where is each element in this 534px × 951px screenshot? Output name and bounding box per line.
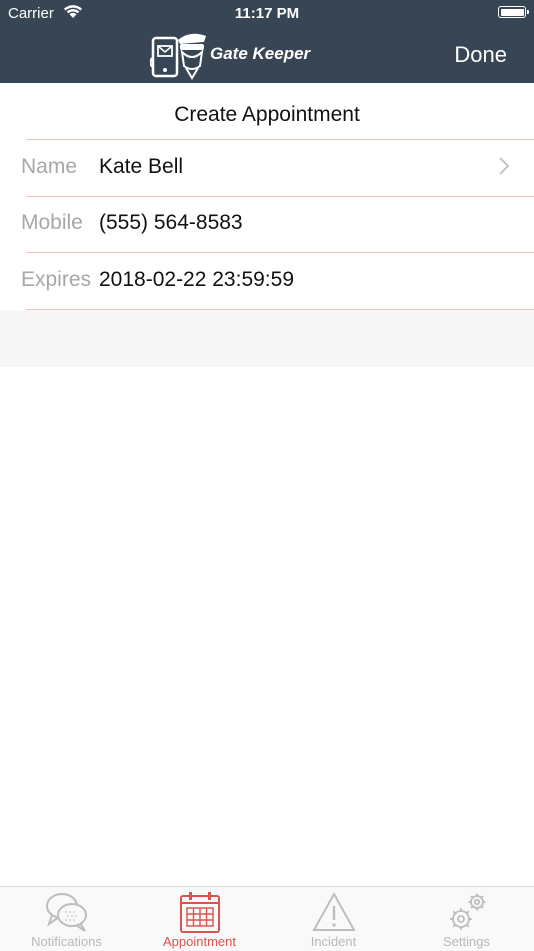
tab-incident[interactable]: Incident (267, 887, 400, 951)
status-time: 11:17 PM (234, 5, 300, 22)
name-label: Name (21, 155, 78, 178)
tab-label: Appointment (163, 934, 236, 949)
page-title: Create Appointment (174, 103, 360, 126)
tab-label: Notifications (31, 934, 102, 949)
done-button[interactable]: Done (454, 42, 507, 68)
tab-label: Incident (310, 934, 357, 949)
tab-bar: Notifications Appointment Incident Setti… (0, 886, 534, 951)
navigation-header: Carrier 11:17 PM Gate Keeper Done (0, 0, 534, 83)
tab-notifications[interactable]: Notifications (0, 887, 133, 951)
form-footer-spacer (0, 310, 534, 367)
name-field-row[interactable]: Name Kate Bell (0, 140, 534, 196)
name-value: Kate Bell (99, 155, 184, 178)
gate-keeper-logo: Gate Keeper (150, 28, 320, 80)
mobile-field-row[interactable]: Mobile (555) 564-8583 (0, 196, 534, 252)
gears-icon (450, 893, 486, 930)
mobile-label: Mobile (21, 211, 83, 234)
expires-label: Expires (21, 268, 92, 291)
mobile-value: (555) 564-8583 (99, 211, 243, 234)
calendar-icon (180, 892, 220, 933)
tab-label: Settings (443, 934, 490, 949)
status-bar: Carrier 11:17 PM (0, 0, 534, 28)
app-name: Gate Keeper (210, 44, 311, 63)
tab-appointment[interactable]: Appointment (133, 887, 266, 951)
expires-value: 2018-02-22 23:59:59 (99, 268, 294, 291)
gate-keeper-mascot-icon (150, 33, 206, 80)
battery-icon (498, 6, 529, 18)
chevron-right-icon (498, 156, 510, 181)
chat-bubbles-icon (46, 893, 87, 932)
warning-triangle-icon (312, 891, 356, 931)
expires-field-row[interactable]: Expires 2018-02-22 23:59:59 (0, 253, 534, 309)
tab-settings[interactable]: Settings (400, 887, 533, 951)
